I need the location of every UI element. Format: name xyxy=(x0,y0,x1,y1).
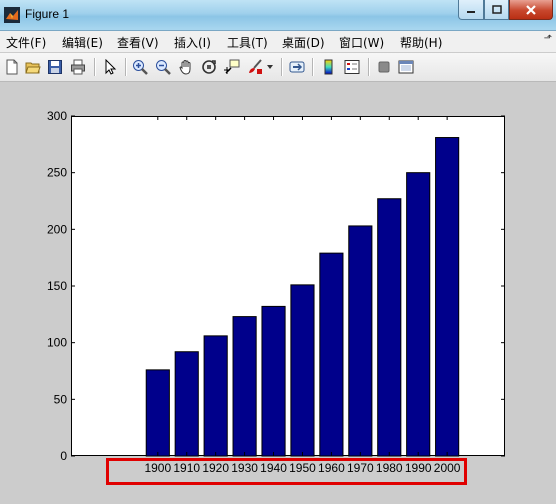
y-tick-label: 100 xyxy=(47,336,67,350)
bar-1920 xyxy=(203,335,228,457)
bar-1950 xyxy=(290,284,315,457)
y-tick-label: 250 xyxy=(47,166,67,180)
bar-1940 xyxy=(261,305,286,457)
bar-1970 xyxy=(348,225,373,457)
highlight-box xyxy=(106,458,467,485)
bar-1960 xyxy=(319,252,344,457)
bar-1980 xyxy=(377,198,402,457)
y-tick-label: 0 xyxy=(60,449,67,463)
bar-1910 xyxy=(174,351,199,457)
y-tick-label: 200 xyxy=(47,222,67,236)
y-tick-label: 150 xyxy=(47,279,67,293)
bar-1990 xyxy=(406,172,431,457)
bar-1900 xyxy=(145,369,170,457)
bar-chart: 1900 1910 1920 1930 1940 1950 1960 1970 1980 1990… xyxy=(47,109,505,475)
y-tick-label: 50 xyxy=(54,392,68,406)
bar-1930 xyxy=(232,316,257,457)
bar-2000 xyxy=(435,137,460,457)
y-tick-label: 300 xyxy=(47,109,67,123)
